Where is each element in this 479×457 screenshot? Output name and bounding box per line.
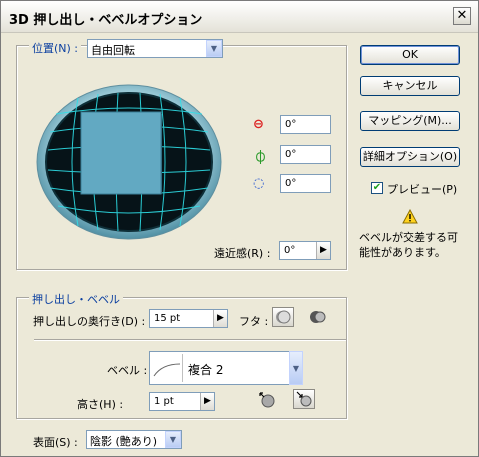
cap-label: フタ : xyxy=(239,315,269,328)
bevel-height-label: 高さ(H) : xyxy=(77,398,124,411)
extrude-bevel-legend: 押し出し・ベベル xyxy=(29,291,123,307)
perspective-value: 0° xyxy=(284,245,296,256)
cancel-button[interactable]: キャンセル xyxy=(360,76,460,96)
position-preset-select[interactable]: 自由回転 ▼ xyxy=(87,39,223,58)
dialog-window: 3D 押し出し・ベベルオプション ✕ 位置(N) : 自由回転 ▼ ⊖ 0° ⏀… xyxy=(0,0,479,457)
preview-checkbox[interactable]: ✔ xyxy=(371,182,383,194)
bevel-shape-icon xyxy=(153,354,183,382)
bevel-out-icon[interactable] xyxy=(259,392,275,408)
bevel-label: ベベル : xyxy=(107,364,148,377)
rotate-z-field[interactable]: 0° xyxy=(280,174,331,193)
bevel-in-icon xyxy=(296,391,312,407)
more-options-button[interactable]: 詳細オプション(O) xyxy=(360,147,460,167)
surface-value: 陰影 (艶あり) xyxy=(90,435,158,448)
cap-off-icon[interactable] xyxy=(310,309,326,325)
chevron-right-icon[interactable]: ▶ xyxy=(200,393,214,410)
chevron-down-icon: ▼ xyxy=(165,431,181,448)
rotate-y-value: 0° xyxy=(285,149,297,160)
mapping-button[interactable]: マッピング(M)... xyxy=(360,111,460,131)
bevel-value: 複合 2 xyxy=(188,363,224,377)
rotate-y-icon: ⏀ xyxy=(254,151,268,166)
bevel-in-button[interactable] xyxy=(293,389,315,409)
bevel-height-value: 1 pt xyxy=(154,396,174,407)
rotation-track-cube[interactable] xyxy=(36,84,222,240)
position-label: 位置(N) : xyxy=(29,40,82,56)
rotate-z-value: 0° xyxy=(285,178,297,189)
dialog-title: 3D 押し出し・ベベルオプション xyxy=(9,13,203,28)
position-preset-value: 自由回転 xyxy=(91,44,135,57)
bevel-select[interactable]: 複合 2 xyxy=(149,351,303,385)
chevron-right-icon[interactable]: ▶ xyxy=(316,242,330,259)
extrude-depth-label: 押し出しの奥行き(D) : xyxy=(33,315,146,328)
surface-select[interactable]: 陰影 (艶あり) ▼ xyxy=(86,430,182,449)
rotate-x-icon: ⊖ xyxy=(253,117,264,132)
title-bar: 3D 押し出し・ベベルオプション ✕ xyxy=(1,1,478,33)
warning-text-line2: 能性があります。 xyxy=(359,246,446,259)
chevron-down-icon[interactable]: ▼ xyxy=(289,351,303,385)
extrude-depth-value: 15 pt xyxy=(154,313,181,324)
chevron-down-icon: ▼ xyxy=(206,40,222,57)
perspective-field[interactable]: 0° ▶ xyxy=(279,241,331,260)
bevel-height-field[interactable]: 1 pt ▶ xyxy=(149,392,215,411)
surface-label: 表面(S) : xyxy=(33,436,78,449)
cap-on-button[interactable] xyxy=(272,307,294,327)
preview-label: プレビュー(P) xyxy=(387,183,458,196)
warning-text-line1: ベベルが交差する可 xyxy=(359,231,458,244)
close-button[interactable]: ✕ xyxy=(453,7,471,25)
section-divider xyxy=(34,339,346,341)
warning-icon xyxy=(402,209,418,224)
rotate-z-icon: ◌ xyxy=(253,176,265,191)
rotate-x-value: 0° xyxy=(285,119,297,130)
rotate-y-field[interactable]: 0° xyxy=(280,145,331,164)
chevron-right-icon[interactable]: ▶ xyxy=(213,310,227,327)
rotate-x-field[interactable]: 0° xyxy=(280,115,331,134)
perspective-label: 遠近感(R) : xyxy=(214,247,271,260)
cap-on-icon xyxy=(276,310,291,324)
ok-button[interactable]: OK xyxy=(360,45,460,65)
extrude-depth-field[interactable]: 15 pt ▶ xyxy=(149,309,228,328)
